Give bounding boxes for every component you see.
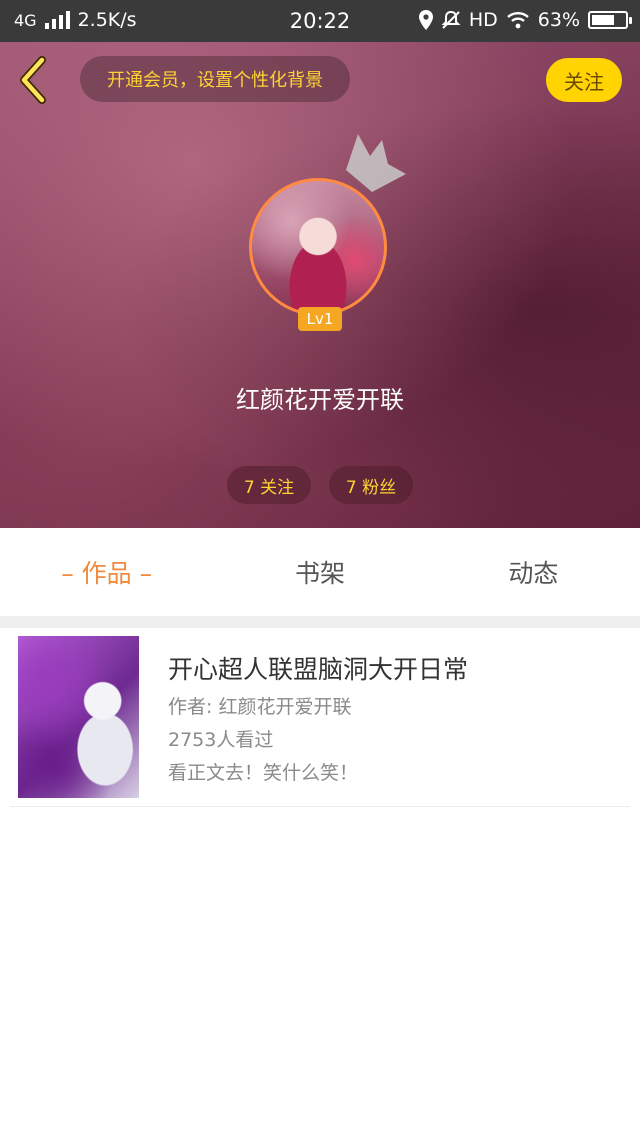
- follow-button[interactable]: 关注: [546, 58, 622, 102]
- book-author: 作者: 红颜花开爱开联: [168, 696, 352, 718]
- level-badge: Lv1: [298, 307, 342, 331]
- location-icon: [418, 10, 433, 30]
- work-list-item[interactable]: 开心超人联盟脑洞大开日常 作者: 红颜花开爱开联 2753人看过 看正文去！笑什…: [10, 628, 630, 807]
- hd-indicator: HD: [468, 9, 498, 31]
- avatar[interactable]: [249, 178, 387, 316]
- tab-bookshelf[interactable]: 书架: [213, 528, 426, 616]
- mute-bell-icon: [441, 10, 461, 29]
- vip-background-prompt[interactable]: 开通会员，设置个性化背景: [80, 56, 350, 102]
- book-views: 2753人看过: [168, 729, 274, 751]
- chevron-left-icon: [20, 56, 46, 104]
- tab-works[interactable]: – 作品 –: [0, 528, 213, 616]
- crown-icon: [346, 134, 406, 192]
- username: 红颜花开爱开联: [236, 386, 404, 414]
- book-cover-image: [18, 636, 139, 798]
- wifi-icon: [506, 12, 529, 29]
- profile-header: 开通会员，设置个性化背景 关注 Lv1 红颜花开爱开联 7 关注 7 粉丝: [0, 42, 640, 528]
- battery-percent: 63%: [537, 9, 580, 31]
- section-divider: [0, 616, 640, 628]
- tab-activity[interactable]: 动态: [427, 528, 640, 616]
- book-title: 开心超人联盟脑洞大开日常: [168, 655, 469, 684]
- following-count[interactable]: 7 关注: [227, 466, 311, 504]
- back-button[interactable]: [12, 52, 58, 106]
- fans-count[interactable]: 7 粉丝: [329, 466, 413, 504]
- status-right: HD 63%: [418, 9, 632, 31]
- profile-tabs: – 作品 – 书架 动态: [0, 528, 640, 616]
- book-description: 看正文去！笑什么笑！: [168, 762, 359, 784]
- status-bar: 4G 2.5K/s 20:22 HD 63%: [0, 0, 640, 42]
- battery-icon: [588, 11, 632, 29]
